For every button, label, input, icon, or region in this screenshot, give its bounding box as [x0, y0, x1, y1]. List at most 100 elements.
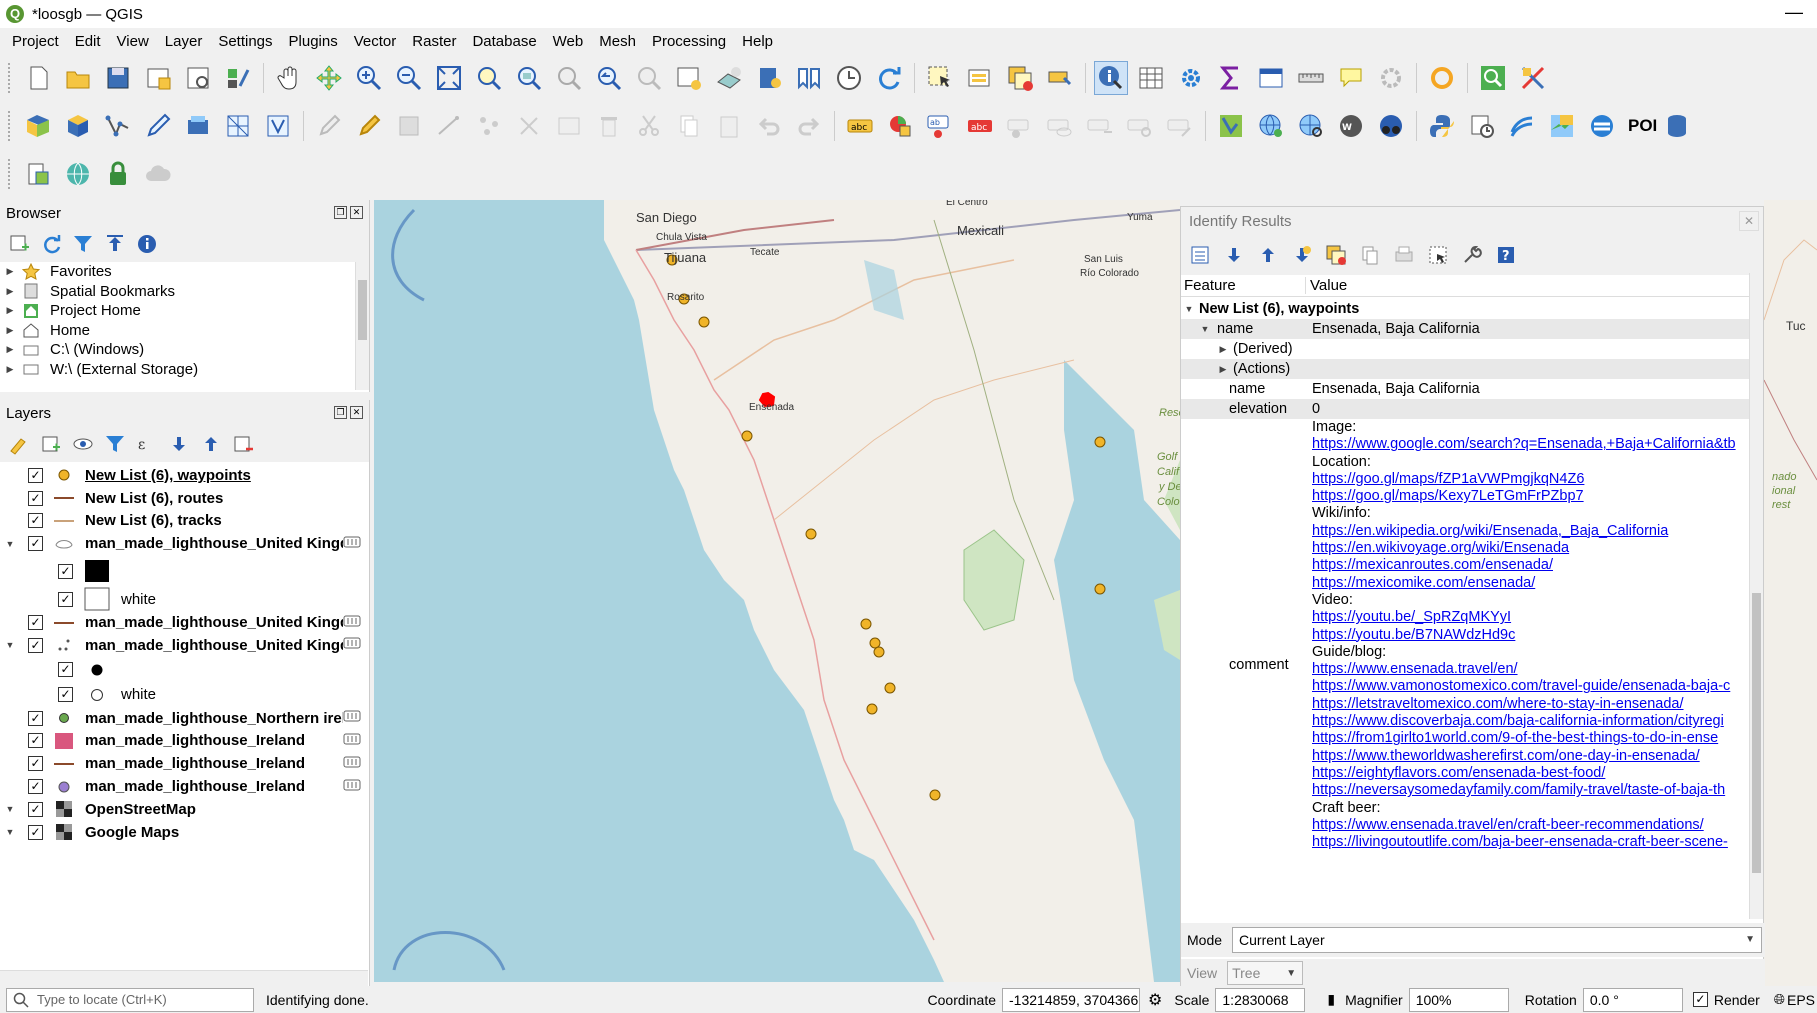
vertex-disabled-icon[interactable] [472, 109, 506, 143]
comment-link[interactable]: https://youtu.be/B7NAWdzHd9c [1312, 627, 1749, 644]
comment-link[interactable]: https://livingoutoutlife.com/baja-beer-e… [1312, 834, 1749, 851]
undo-disabled-icon[interactable] [752, 109, 786, 143]
layers-hscrollbar[interactable] [0, 970, 368, 986]
comment-link[interactable]: https://goo.gl/maps/fZP1aVWPmgjkqN4Z6 [1312, 471, 1749, 488]
time-manager-icon[interactable] [1465, 109, 1499, 143]
expand-arrow-icon[interactable]: ▼ [4, 539, 16, 549]
earth-engine-icon[interactable] [1585, 109, 1619, 143]
layer-indicator-icon[interactable] [343, 755, 361, 773]
lock-icon[interactable] [101, 157, 135, 191]
legend-item[interactable]: ✓ [0, 555, 369, 587]
layer-indicator-icon[interactable] [343, 535, 361, 553]
menu-database[interactable]: Database [464, 33, 544, 50]
new-map-view-icon[interactable] [672, 61, 706, 95]
open-project-icon[interactable] [61, 61, 95, 95]
menu-processing[interactable]: Processing [644, 33, 734, 50]
diagram-options-icon[interactable] [883, 109, 917, 143]
map-canvas-right-edge[interactable]: Tuc nado ional rest [1764, 200, 1817, 986]
layer-item[interactable]: ✓ man_made_lighthouse_Ireland [0, 730, 369, 753]
mode-select[interactable]: Current Layer ▼ [1232, 927, 1763, 953]
copy-feature-icon[interactable] [1359, 244, 1381, 266]
layer-indicator-icon[interactable] [343, 732, 361, 750]
result-layer-node[interactable]: ▼ New List (6), waypoints [1181, 299, 1749, 319]
layer-item[interactable]: ✓ New List (6), waypoints [0, 464, 369, 487]
pin-labels-icon[interactable]: ab [923, 109, 957, 143]
edits-pencil-disabled-icon[interactable] [312, 109, 346, 143]
zoom-full-icon[interactable] [432, 61, 466, 95]
layer-item[interactable]: ✓ New List (6), routes [0, 487, 369, 510]
layer-item[interactable]: ▼ ✓ man_made_lighthouse_United Kingd [0, 634, 369, 657]
style-manager-icon[interactable] [221, 61, 255, 95]
layer-visibility-checkbox[interactable]: ✓ [28, 513, 43, 529]
comment-link[interactable]: https://mexicanroutes.com/ensenada/ [1312, 557, 1749, 574]
layer-visibility-checkbox[interactable]: ✓ [28, 615, 43, 631]
data-source-manager-icon[interactable] [21, 109, 55, 143]
comment-link[interactable]: https://youtu.be/_SpRZqMKYyI [1312, 609, 1749, 626]
pan-hand-icon[interactable] [272, 61, 306, 95]
browser-item[interactable]: ▶ Home [0, 321, 369, 341]
browser-item[interactable]: ▶ Spatial Bookmarks [0, 282, 369, 302]
expand-arrow-icon[interactable]: ▶ [4, 364, 16, 375]
layer-visibility-checkbox[interactable]: ✓ [58, 662, 73, 678]
expand-all-icon[interactable] [1223, 244, 1245, 266]
identify-scrollbar[interactable] [1749, 273, 1763, 919]
style-panel-icon[interactable] [8, 433, 30, 455]
locator-search-input[interactable]: Type to locate (Ctrl+K) [6, 987, 254, 1012]
result-feature-node[interactable]: ▼ name Ensenada, Baja California [1181, 319, 1749, 339]
refresh-icon[interactable] [872, 61, 906, 95]
coordinate-field[interactable]: -13214859, 3704366 [1002, 987, 1141, 1012]
layer-indicator-icon[interactable] [343, 778, 361, 796]
layer-visibility-checkbox[interactable]: ✓ [28, 801, 43, 817]
cloud-upload-icon[interactable] [141, 157, 175, 191]
layer-indicator-icon[interactable] [343, 614, 361, 632]
browser-scrollbar[interactable] [355, 262, 369, 390]
new-print-layout-icon[interactable] [141, 61, 175, 95]
database-icon[interactable] [1660, 109, 1694, 143]
layer-list-icon[interactable] [21, 157, 55, 191]
comment-link[interactable]: https://eightyflavors.com/ensenada-best-… [1312, 765, 1749, 782]
comment-link[interactable]: https://www.discoverbaja.com/baja-califo… [1312, 713, 1749, 730]
zoom-last-icon[interactable] [592, 61, 626, 95]
filter-icon[interactable] [72, 233, 94, 255]
expand-arrow-icon[interactable]: ▼ [4, 827, 16, 837]
comment-link[interactable]: https://en.wikipedia.org/wiki/Ensenada,_… [1312, 523, 1749, 540]
lock-scale-icon[interactable]: ▮ [1327, 991, 1335, 1008]
view-select[interactable]: Tree ▼ [1227, 961, 1304, 985]
layer-item[interactable]: ✓ man_made_lighthouse_United Kingd [0, 611, 369, 634]
expand-arrow-icon[interactable]: ▶ [4, 266, 16, 277]
float-panel-button[interactable]: ❐ [334, 406, 347, 419]
filter-expression-icon[interactable]: ε [136, 433, 158, 455]
comment-link[interactable]: https://www.vamonostomexico.com/travel-g… [1312, 678, 1749, 695]
plugin-tools-icon[interactable] [1516, 61, 1550, 95]
layer-visibility-checkbox[interactable]: ✓ [28, 637, 43, 653]
menu-raster[interactable]: Raster [404, 33, 464, 50]
toolbar-grip[interactable] [8, 159, 14, 189]
toggle-editing-icon[interactable] [352, 109, 386, 143]
comment-link[interactable]: https://www.ensenada.travel/en/craft-bee… [1312, 817, 1749, 834]
zoom-next-icon[interactable] [632, 61, 666, 95]
temporal-controller-icon[interactable] [832, 61, 866, 95]
layer-indicator-icon[interactable] [343, 636, 361, 654]
save-edits-disabled-icon[interactable] [392, 109, 426, 143]
menu-view[interactable]: View [109, 33, 157, 50]
layer-item[interactable]: ▼ ✓ Google Maps [0, 821, 369, 844]
legend-item[interactable]: ✓ white [0, 683, 369, 707]
legend-item[interactable]: ✓ [0, 657, 369, 683]
value-column-header[interactable]: Value [1306, 277, 1347, 294]
browser-item[interactable]: ▶ W:\ (External Storage) [0, 360, 369, 380]
layer-visibility-checkbox[interactable]: ✓ [28, 536, 43, 552]
filter-legend-icon[interactable] [104, 433, 126, 455]
menu-web[interactable]: Web [545, 33, 592, 50]
toolbar-grip[interactable] [8, 111, 14, 141]
comment-link[interactable]: https://www.google.com/search?q=Ensenada… [1312, 436, 1749, 453]
vertex-tool-icon[interactable] [101, 109, 135, 143]
toggle-extents-icon[interactable]: ⚙ [1148, 990, 1162, 1010]
close-identify-button[interactable]: ✕ [1739, 211, 1759, 231]
actions-node[interactable]: ▶ (Actions) [1181, 359, 1749, 379]
crs-label[interactable]: EPS [1787, 992, 1815, 1008]
close-panel-button[interactable]: ✕ [350, 406, 363, 419]
new-geopackage-icon[interactable] [61, 109, 95, 143]
expand-arrow-icon[interactable]: ▶ [4, 286, 16, 297]
python-console-icon[interactable] [1425, 109, 1459, 143]
save-project-icon[interactable] [101, 61, 135, 95]
